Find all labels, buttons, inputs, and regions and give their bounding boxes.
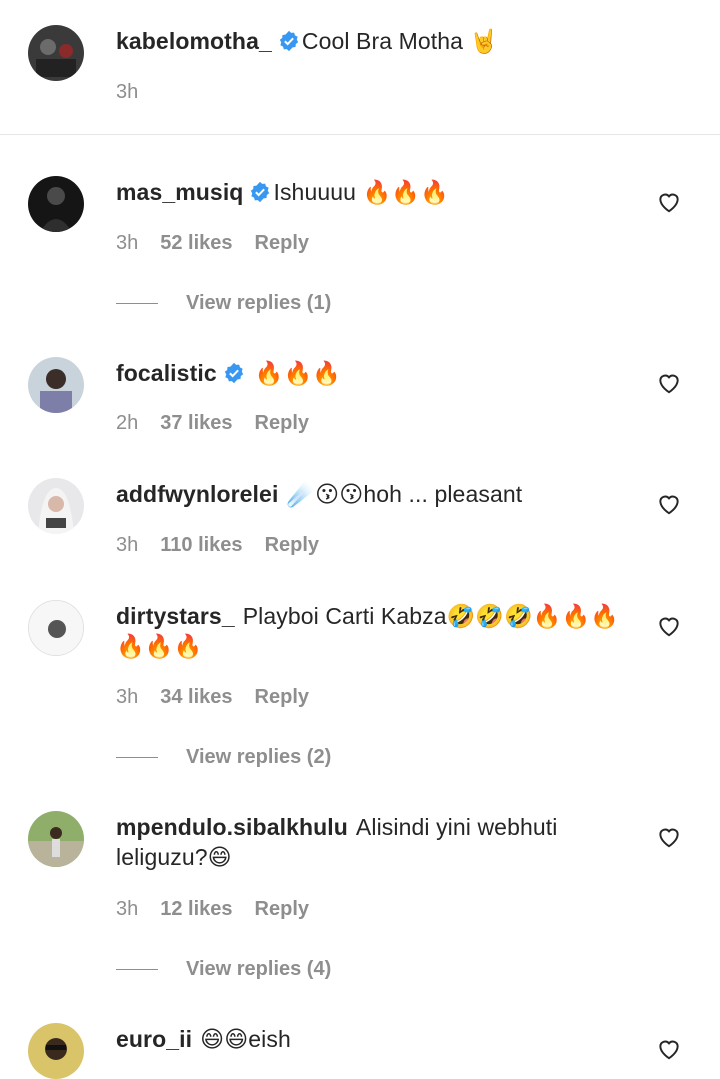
username[interactable]: mpendulo.sibalkhulu bbox=[116, 814, 348, 840]
timestamp: 2h bbox=[116, 412, 139, 434]
comment-meta: 3h 110 likes Reply bbox=[116, 532, 341, 558]
comment-line: euro_ii 😄😄eish bbox=[116, 1024, 630, 1054]
comment-meta: 3h 12 likes Reply bbox=[116, 896, 331, 922]
comment-meta: 2h 37 likes Reply bbox=[116, 410, 331, 436]
username[interactable]: focalistic bbox=[116, 360, 217, 386]
comment-line: mas_musiq Ishuuuu 🔥🔥🔥 bbox=[116, 177, 630, 210]
comment-line: mpendulo.sibalkhulu Alisindi yini webhuti… bbox=[116, 812, 630, 872]
reply-button[interactable]: Reply bbox=[255, 898, 309, 920]
timestamp: 3h bbox=[116, 534, 139, 556]
reply-button[interactable]: Reply bbox=[255, 232, 309, 254]
avatar[interactable] bbox=[28, 357, 84, 413]
heart-outline-icon[interactable] bbox=[656, 1036, 682, 1062]
likes-count[interactable]: 12 likes bbox=[160, 898, 232, 920]
comment-text: Ishuuuu 🔥🔥🔥 bbox=[273, 179, 449, 205]
likes-count[interactable]: 34 likes bbox=[160, 686, 232, 708]
likes-count[interactable]: 37 likes bbox=[160, 412, 232, 434]
reply-button[interactable]: Reply bbox=[265, 534, 319, 556]
verified-badge-icon bbox=[278, 29, 300, 59]
comment-line: addfwynlorelei ☄️😗😗hoh ... pleasant bbox=[116, 479, 630, 509]
caption-line: kabelomotha_ Cool Bra Motha 🤘 bbox=[116, 26, 630, 59]
post-caption: kabelomotha_ Cool Bra Motha 🤘 3h bbox=[0, 0, 720, 135]
reply-button[interactable]: Reply bbox=[255, 686, 309, 708]
timestamp: 3h bbox=[116, 81, 139, 103]
avatar[interactable] bbox=[28, 478, 84, 534]
comment-text: 🔥🔥🔥 bbox=[254, 360, 341, 386]
timestamp: 3h bbox=[116, 898, 139, 920]
comment-meta: 3h bbox=[116, 79, 160, 105]
heart-outline-icon[interactable] bbox=[656, 491, 682, 517]
heart-outline-icon[interactable] bbox=[656, 370, 682, 396]
heart-outline-icon[interactable] bbox=[656, 613, 682, 639]
comment-meta: 3h 34 likes Reply bbox=[116, 684, 331, 710]
avatar[interactable] bbox=[28, 600, 84, 656]
avatar[interactable] bbox=[28, 176, 84, 232]
verified-badge-icon bbox=[249, 180, 271, 210]
heart-outline-icon[interactable] bbox=[656, 189, 682, 215]
comment-text: ☄️😗😗hoh ... pleasant bbox=[286, 481, 523, 507]
comment-line: dirtystars_ Playboi Carti Kabza🤣🤣🤣🔥🔥🔥🔥🔥🔥 bbox=[116, 601, 630, 661]
divider bbox=[116, 757, 158, 758]
username[interactable]: mas_musiq bbox=[116, 179, 243, 205]
likes-count[interactable]: 52 likes bbox=[160, 232, 232, 254]
username[interactable]: euro_ii bbox=[116, 1026, 192, 1052]
divider bbox=[116, 303, 158, 304]
username[interactable]: dirtystars_ bbox=[116, 603, 235, 629]
username[interactable]: kabelomotha_ bbox=[116, 28, 272, 54]
view-replies-label[interactable]: View replies (1) bbox=[186, 290, 331, 316]
timestamp: 3h bbox=[116, 686, 139, 708]
divider bbox=[116, 969, 158, 970]
username[interactable]: addfwynlorelei bbox=[116, 481, 278, 507]
avatar[interactable] bbox=[28, 25, 84, 81]
reply-button[interactable]: Reply bbox=[255, 412, 309, 434]
avatar[interactable] bbox=[28, 811, 84, 867]
timestamp: 3h bbox=[116, 232, 139, 254]
comment-text: 😄😄eish bbox=[200, 1026, 291, 1052]
comment-line: focalistic 🔥🔥🔥 bbox=[116, 358, 630, 391]
likes-count[interactable]: 110 likes bbox=[160, 534, 242, 556]
heart-outline-icon[interactable] bbox=[656, 824, 682, 850]
view-replies-label[interactable]: View replies (2) bbox=[186, 744, 331, 770]
comment-text: Cool Bra Motha 🤘 bbox=[301, 28, 499, 54]
verified-badge-icon bbox=[223, 361, 245, 391]
comment-meta: 3h 52 likes Reply bbox=[116, 230, 331, 256]
view-replies-label[interactable]: View replies (4) bbox=[186, 956, 331, 982]
